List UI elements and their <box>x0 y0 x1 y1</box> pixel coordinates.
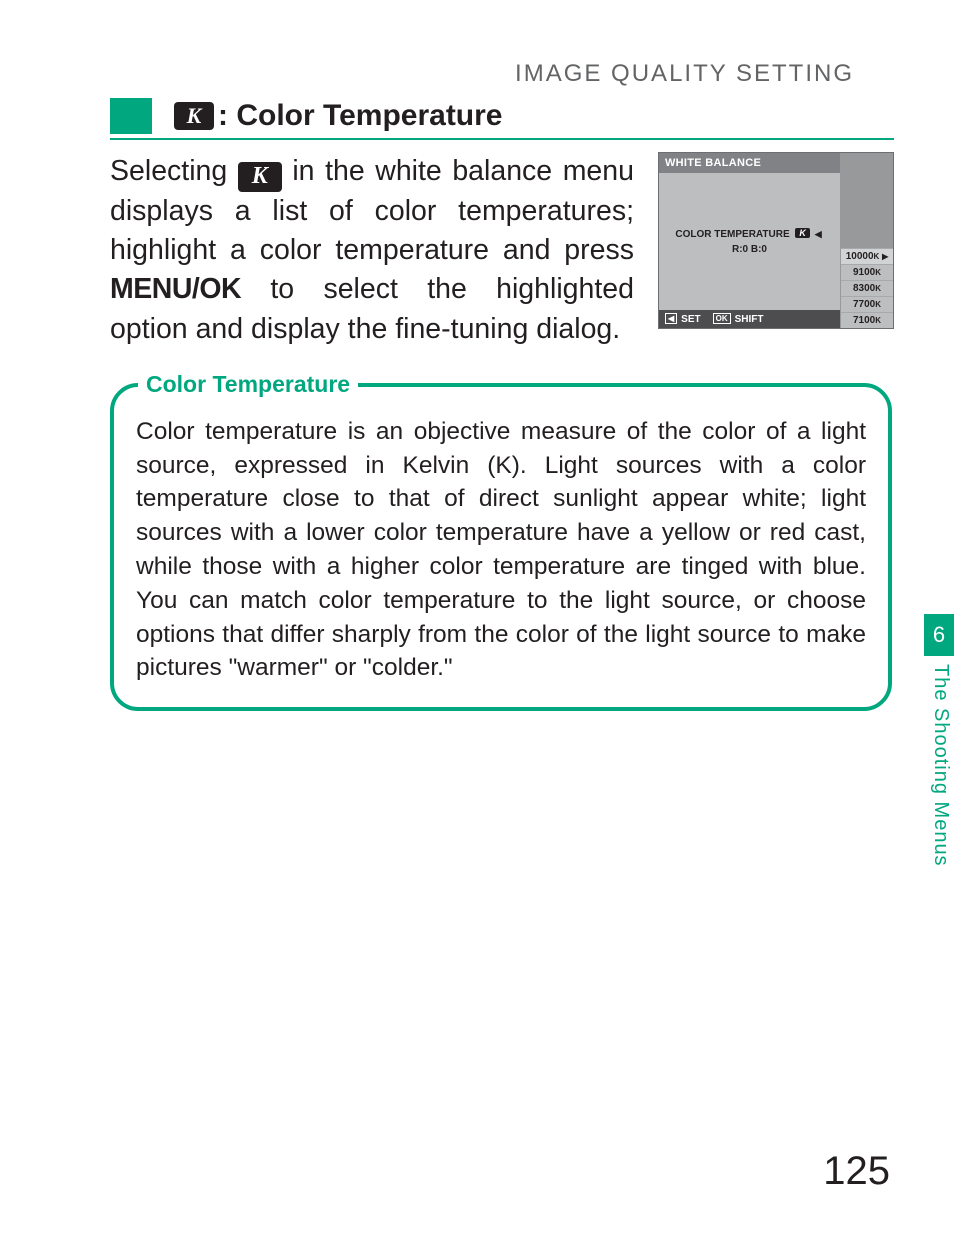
info-box-text: Color temperature is an objective measur… <box>136 415 866 685</box>
arrow-left-icon: ◀ <box>813 229 824 239</box>
chapter-label: The Shooting Menus <box>924 664 952 964</box>
menu-ok-label: MENU/OK <box>110 273 241 305</box>
camera-lcd-illustration: WHITE BALANCE COLOR TEMPERATURE K ◀ R:0 … <box>658 152 894 329</box>
temp-option: 9100K <box>841 264 893 280</box>
section-heading: K : Color Temperature <box>110 98 894 140</box>
info-box: Color Temperature Color temperature is a… <box>110 383 892 711</box>
page-number: 125 <box>823 1149 890 1194</box>
kelvin-icon: K <box>795 228 810 238</box>
arrow-right-icon: ▶ <box>882 252 888 261</box>
info-box-title: Color Temperature <box>138 371 358 398</box>
chapter-tab: 6 <box>924 614 954 656</box>
lcd-color-temp-row: COLOR TEMPERATURE K ◀ <box>659 226 840 242</box>
back-icon: ◀ <box>665 313 677 324</box>
kelvin-icon: K <box>174 102 214 130</box>
main-paragraph: Selecting K in the white balance menu di… <box>110 152 634 349</box>
section-title: : Color Temperature <box>218 99 503 133</box>
lcd-shift-row: R:0 B:0 <box>659 242 840 257</box>
section-marker-icon <box>110 98 152 134</box>
temp-option: 7100K <box>841 312 893 328</box>
temp-option: 7700K <box>841 296 893 312</box>
breadcrumb: IMAGE QUALITY SETTING <box>110 60 894 88</box>
kelvin-icon: K <box>238 162 282 192</box>
temp-option: 8300K <box>841 280 893 296</box>
ok-icon: OK <box>713 313 731 324</box>
lcd-footer: ◀SET OKSHIFT <box>659 310 840 328</box>
lcd-title: WHITE BALANCE <box>659 153 840 173</box>
temp-option: 10000K ▶ <box>841 248 893 264</box>
